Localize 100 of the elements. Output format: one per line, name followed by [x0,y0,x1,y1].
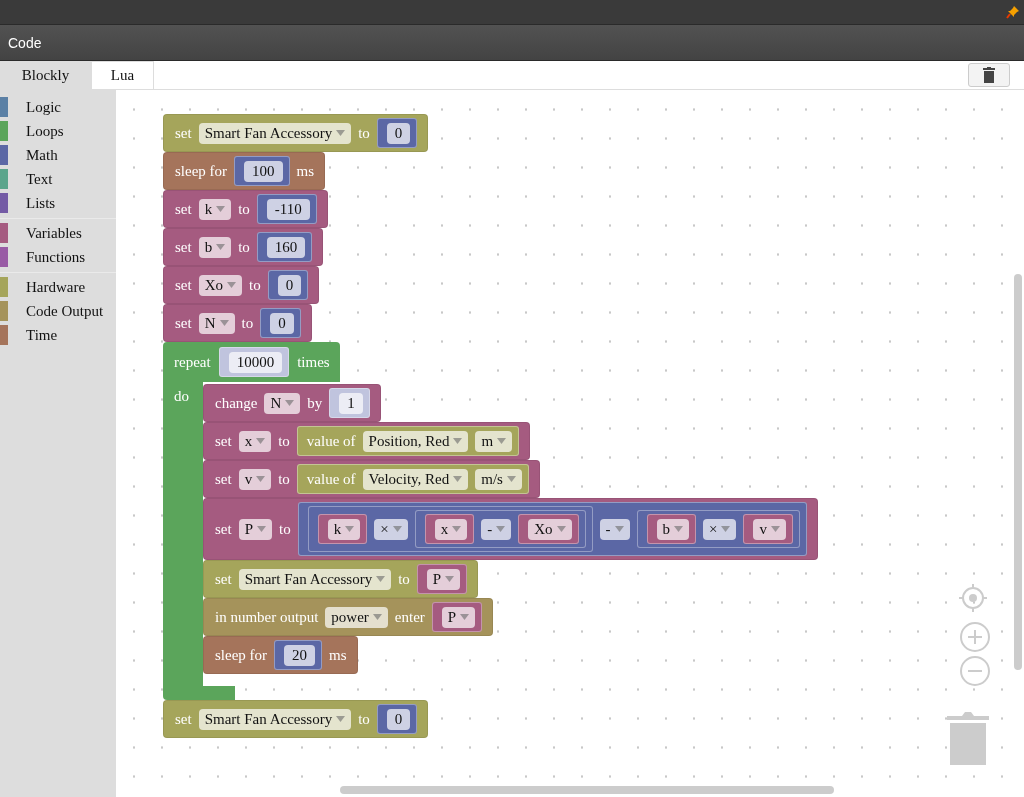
value-block[interactable]: b × v [636,510,800,548]
statement-block[interactable]: in number output power enter P [203,598,494,636]
statement-block[interactable]: change N by 1 [203,384,381,422]
caret-icon [556,526,566,532]
delete-button[interactable] [968,63,1010,87]
repeat-block[interactable]: repeat 10000 times [163,342,340,382]
zoom-out-button[interactable] [960,656,990,686]
category-item[interactable]: Code Output [26,302,104,320]
horizontal-scrollbar[interactable] [340,786,834,794]
dropdown-field[interactable]: Xo [528,518,572,540]
value-block[interactable]: 20 [274,640,323,670]
dropdown-field[interactable]: b [198,236,232,258]
dropdown-field[interactable]: × [374,518,408,540]
number-field[interactable]: 1 [339,392,363,414]
vertical-scrollbar[interactable] [1014,274,1022,670]
value-block[interactable]: value of Velocity, Red m/s [296,464,529,494]
number-field[interactable]: 20 [284,644,316,666]
value-block[interactable]: 160 [256,232,313,262]
statement-block[interactable]: set Xo to 0 [163,266,320,304]
statement-block[interactable]: sleep for 20 ms [203,636,358,674]
dropdown-field[interactable]: x [238,430,272,452]
category-item[interactable]: Functions [26,248,86,266]
category-item[interactable]: Variables [26,224,82,242]
value-block[interactable]: 1 [329,388,370,418]
value-block[interactable]: -110 [256,194,317,224]
category-item[interactable]: Time [26,326,58,344]
statement-block[interactable]: set N to 0 [163,304,312,342]
value-block[interactable]: value of Position, Red m [296,426,520,456]
tab[interactable]: Blockly [0,61,91,89]
category-item[interactable]: Math [26,146,58,164]
dropdown-field[interactable]: power [325,606,388,628]
number-field[interactable]: -110 [266,198,310,220]
value-block[interactable]: 0 [267,270,309,300]
category-item[interactable]: Loops [26,122,64,140]
dropdown-field[interactable]: Smart Fan Accessory [198,708,352,730]
value-block[interactable]: x [424,514,475,544]
number-field[interactable]: 0 [386,708,411,730]
dropdown-field[interactable]: x [434,518,468,540]
number-field[interactable]: 0 [386,122,411,144]
dropdown-field[interactable]: m/s [475,468,522,490]
dropdown-field[interactable]: N [264,392,301,414]
statement-block[interactable]: set b to 160 [163,228,324,266]
value-block[interactable]: Xo [518,514,579,544]
statement-block[interactable]: set Smart Fan Accessory to P [203,560,479,598]
statement-block[interactable]: sleep for 100 ms [163,152,326,190]
zoom-in-button[interactable] [960,622,990,652]
dropdown-field[interactable]: P [426,568,461,590]
dropdown-field[interactable]: Velocity, Red [362,468,469,490]
number-field[interactable]: 10000 [228,351,283,373]
statement-block[interactable]: set P to k × x - Xo - b × v [203,498,818,560]
dropdown-field[interactable]: Position, Red [362,430,469,452]
value-block[interactable]: b [646,514,696,544]
value-block[interactable]: P [416,564,468,594]
dropdown-field[interactable]: N [198,312,235,334]
category-item[interactable]: Hardware [26,278,86,296]
block-label: set [215,570,232,588]
statement-block[interactable]: set x to value of Position, Red m [203,422,531,460]
block-label: to [241,314,254,332]
block-label: set [175,124,192,142]
value-block[interactable]: 0 [376,118,418,148]
number-field[interactable]: 0 [277,274,302,296]
block-label: times [297,353,330,371]
value-block[interactable]: v [743,514,793,544]
value-block[interactable]: k × x - Xo [307,506,593,552]
dropdown-field[interactable]: P [441,606,476,628]
statement-block[interactable]: set Smart Fan Accessory to 0 [163,700,429,738]
dropdown-field[interactable]: × [703,518,737,540]
dropdown-field[interactable]: k [327,518,361,540]
number-field[interactable]: 160 [266,236,306,258]
tab[interactable]: Lua [91,61,154,89]
dropdown-field[interactable]: - [481,518,512,540]
trash-icon[interactable] [947,711,989,765]
value-block[interactable]: 100 [234,156,290,186]
dropdown-field[interactable]: Smart Fan Accessory [238,568,392,590]
number-field[interactable]: 100 [244,160,283,182]
category-item[interactable]: Text [26,170,53,188]
dropdown-field[interactable]: b [656,518,689,540]
category-item[interactable]: Lists [26,194,56,212]
category-item[interactable]: Logic [26,98,61,116]
value-block[interactable]: 10000 [218,347,290,377]
value-block[interactable]: k × x - Xo - b × v [297,502,807,556]
recenter-icon[interactable] [958,583,988,613]
value-block[interactable]: 0 [260,308,301,338]
dropdown-field[interactable]: Smart Fan Accessory [198,122,352,144]
number-field[interactable]: 0 [270,312,294,334]
statement-block[interactable]: set k to -110 [163,190,328,228]
dropdown-field[interactable]: v [238,468,272,490]
dropdown-field[interactable]: Xo [198,274,242,296]
statement-block[interactable]: set v to value of Velocity, Red m/s [203,460,540,498]
value-block[interactable]: P [431,602,483,632]
value-block[interactable]: x - Xo [414,510,586,548]
value-block[interactable]: k [317,514,368,544]
value-block[interactable]: 0 [376,704,418,734]
statement-block[interactable]: set Smart Fan Accessory to 0 [163,114,429,152]
dropdown-field[interactable]: v [753,518,786,540]
dropdown-field[interactable]: P [238,518,272,540]
dropdown-field[interactable]: m [475,430,513,452]
pin-icon[interactable] [1006,5,1020,19]
dropdown-field[interactable]: k [198,198,232,220]
dropdown-field[interactable]: - [599,518,630,540]
